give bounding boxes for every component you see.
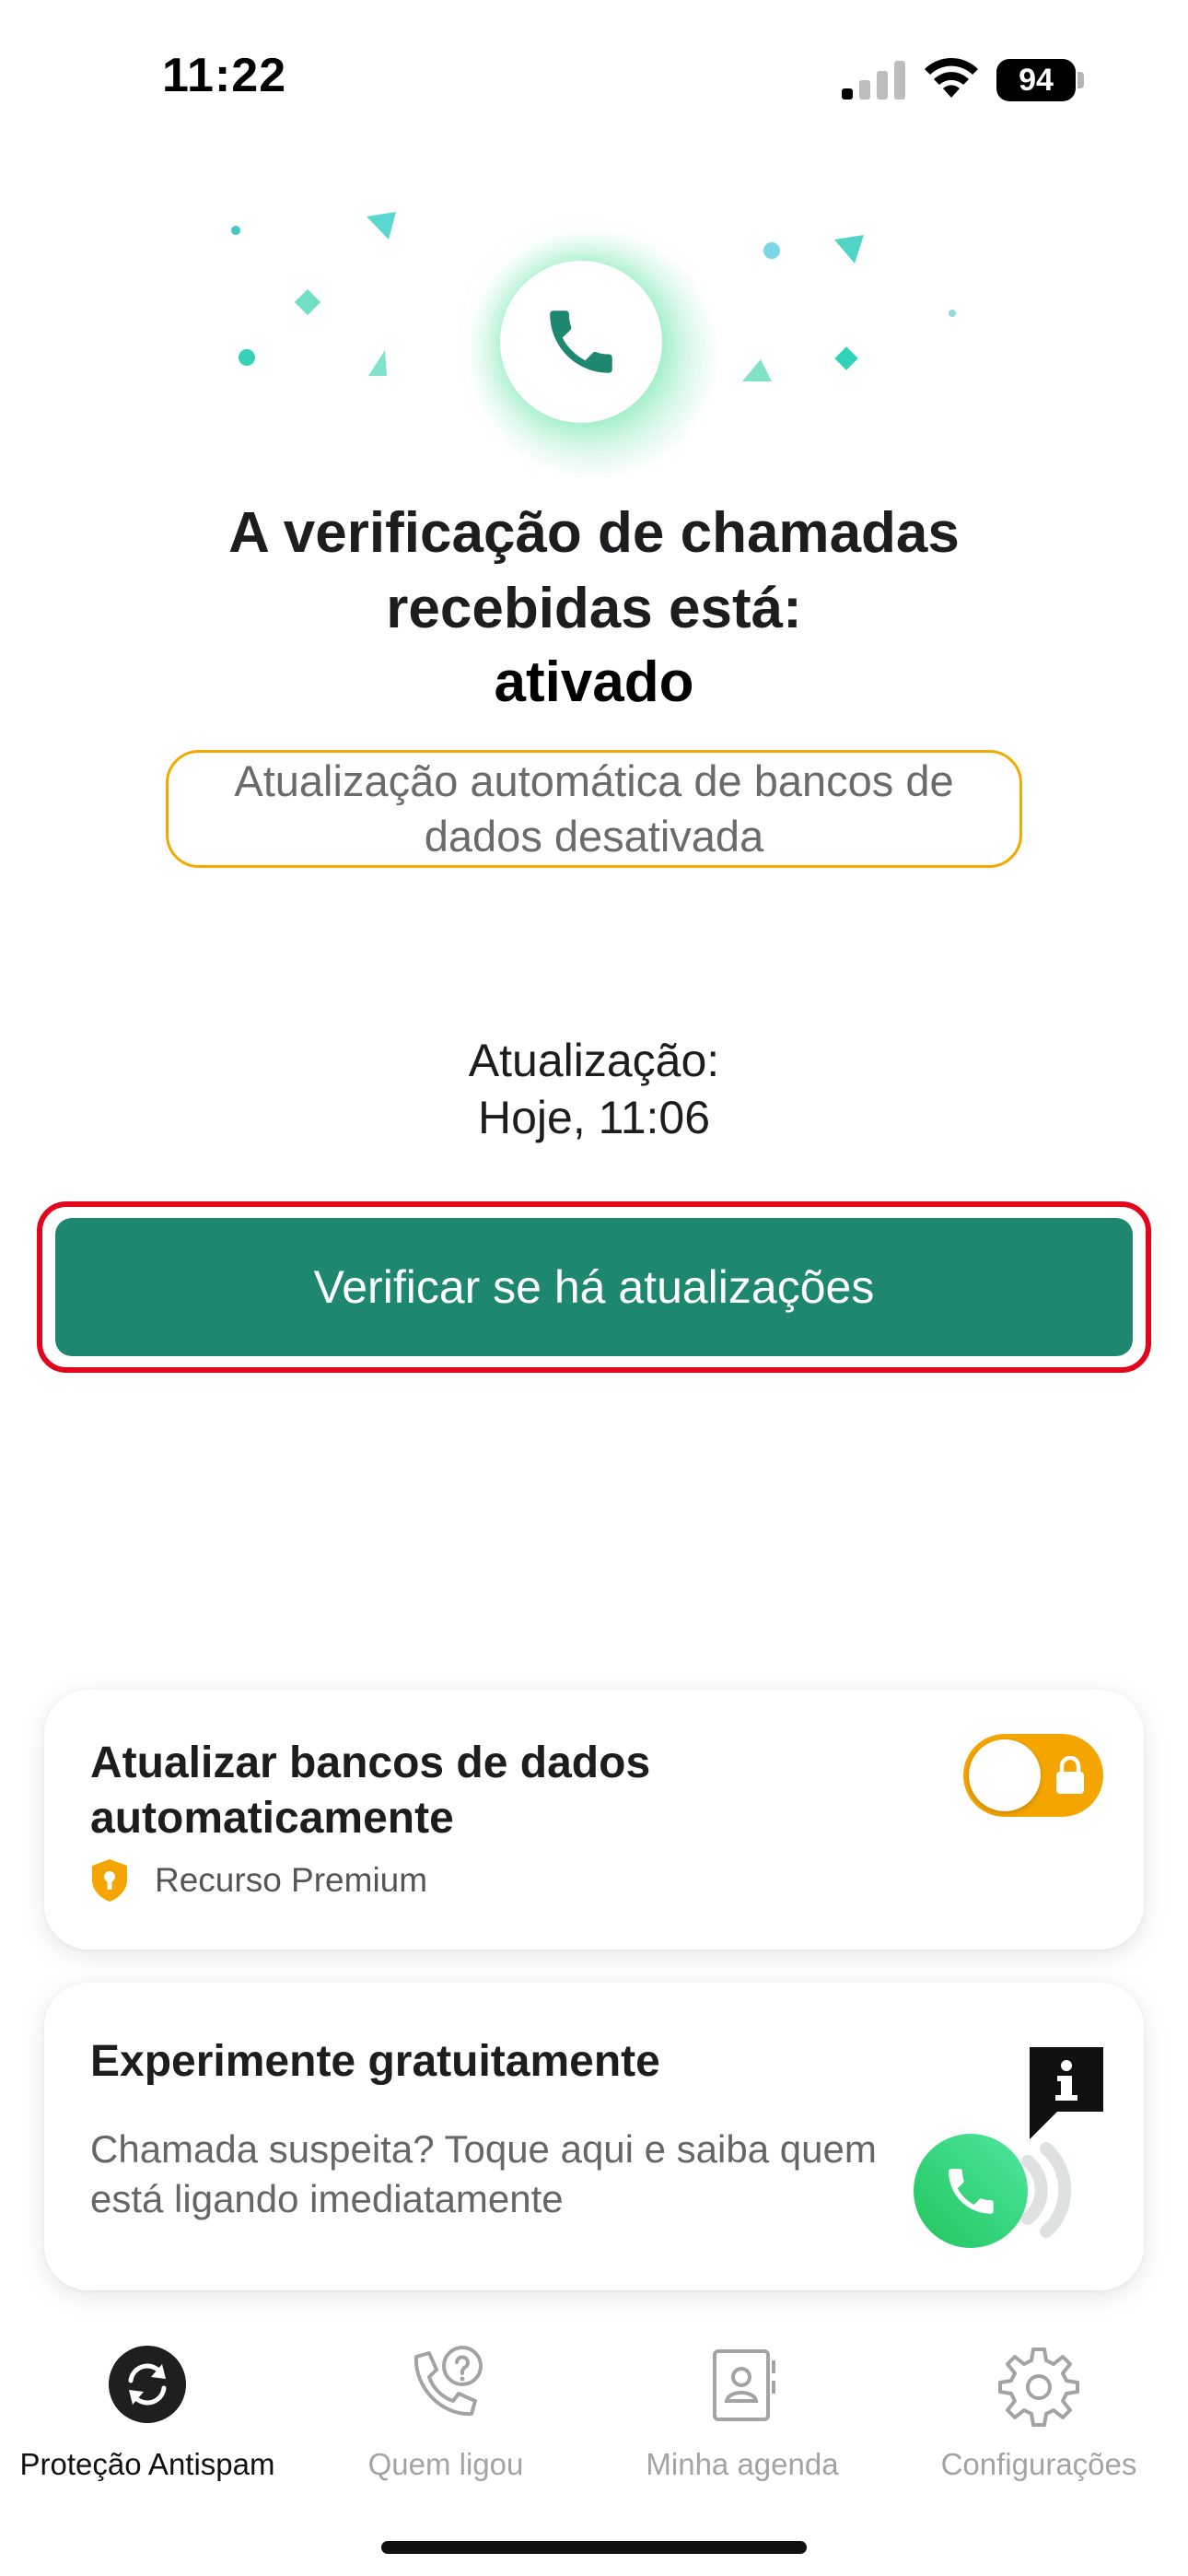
hero-illustration bbox=[0, 184, 1188, 479]
premium-badge: Recurso Premium bbox=[90, 1857, 427, 1903]
free-trial-title: Experimente gratuitamente bbox=[90, 2037, 660, 2086]
auto-update-toggle[interactable] bbox=[963, 1734, 1103, 1817]
toggle-knob bbox=[969, 1739, 1041, 1811]
battery-percentage: 94 bbox=[1019, 63, 1054, 98]
protection-status: ativado bbox=[494, 650, 694, 714]
battery-icon: 94 bbox=[996, 59, 1085, 101]
lock-icon bbox=[1056, 1756, 1084, 1794]
wifi-icon bbox=[925, 57, 978, 98]
free-trial-description: Chamada suspeita? Toque aqui e saiba que… bbox=[90, 2127, 877, 2220]
status-bar: 11:22 94 bbox=[0, 0, 1188, 157]
contacts-book-icon bbox=[698, 2340, 786, 2429]
tab-settings[interactable]: Configurações bbox=[891, 2340, 1186, 2506]
check-updates-button[interactable]: Verificar se há atualizações bbox=[55, 1218, 1133, 1356]
tab-antispam[interactable]: Proteção Antispam bbox=[0, 2340, 295, 2506]
auto-update-title: Atualizar bancos de dados automaticament… bbox=[90, 1739, 651, 1843]
auto-update-card[interactable]: Atualizar bancos de dados automaticament… bbox=[44, 1690, 1144, 1950]
sync-icon bbox=[109, 2346, 186, 2423]
confetti-decoration bbox=[231, 212, 956, 381]
premium-shield-icon bbox=[92, 1859, 127, 1902]
tab-label: Quem ligou bbox=[367, 2447, 524, 2481]
tab-label: Configurações bbox=[940, 2447, 1137, 2481]
phone-question-icon bbox=[402, 2340, 490, 2429]
tab-label: Minha agenda bbox=[646, 2447, 839, 2481]
bottom-tab-bar: Proteção Antispam Quem ligou Minha agend… bbox=[0, 2340, 1188, 2506]
last-update-label: Atualização: bbox=[468, 1035, 720, 1086]
status-time: 11:22 bbox=[162, 49, 287, 102]
gear-icon bbox=[995, 2340, 1083, 2429]
home-indicator[interactable] bbox=[381, 2541, 807, 2554]
signal-icon bbox=[842, 61, 905, 100]
tab-label: Proteção Antispam bbox=[19, 2447, 275, 2481]
warning-text: Atualização automática de bancos de dado… bbox=[234, 756, 954, 861]
tab-my-contacts[interactable]: Minha agenda bbox=[595, 2340, 890, 2506]
tab-who-called[interactable]: Quem ligou bbox=[298, 2340, 593, 2506]
caller-id-illustration bbox=[914, 2047, 1103, 2248]
page-title: A verificação de chamadas recebidas está… bbox=[228, 501, 960, 640]
free-trial-card[interactable]: Experimente gratuitamente Chamada suspei… bbox=[44, 1983, 1144, 2290]
premium-label: Recurso Premium bbox=[155, 1861, 428, 1899]
last-update-time: Hoje, 11:06 bbox=[477, 1092, 711, 1143]
warning-banner: Atualização automática de bancos de dado… bbox=[166, 750, 1022, 868]
